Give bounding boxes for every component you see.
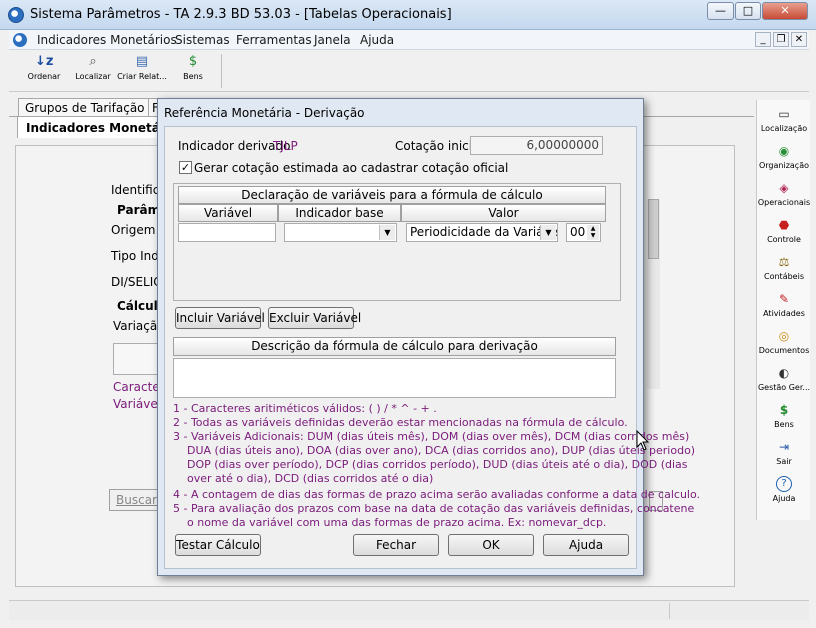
- variacao-box: [113, 343, 161, 375]
- spinner-up-icon[interactable]: ▲: [587, 225, 599, 232]
- help-line-9: o nome da variável com uma das formas de…: [187, 516, 607, 529]
- window-title: Sistema Parâmetros - TA 2.9.3 BD 53.03 -…: [30, 7, 452, 22]
- background-scrollbar-thumb[interactable]: [648, 199, 659, 259]
- valor-select[interactable]: Periodicidade da Variável ▼: [406, 223, 558, 242]
- derivation-dialog: Referência Monetária - Derivação Indicad…: [157, 98, 700, 576]
- indicador-base-select[interactable]: ▼: [284, 223, 397, 242]
- menu-janela[interactable]: Janela: [314, 33, 351, 47]
- sort-az-icon: ↓z: [35, 54, 54, 69]
- indicador-derivado-value: TJLP: [273, 139, 298, 153]
- variables-grid: Declaração de variáveis para a fórmula d…: [173, 183, 621, 301]
- sidebar-item-controle[interactable]: ⬣ Controle: [757, 217, 811, 254]
- mouse-cursor-icon: [636, 430, 650, 451]
- descricao-textarea[interactable]: [173, 358, 616, 398]
- descricao-header: Descrição da fórmula de cálculo para der…: [173, 337, 616, 356]
- ajuda-button[interactable]: Ajuda: [543, 534, 629, 556]
- app-icon: [8, 7, 24, 23]
- accounting-icon: ⚖: [778, 255, 790, 269]
- bens-button[interactable]: $ Bens: [168, 54, 218, 90]
- money-bag-icon: $: [188, 54, 198, 69]
- gerar-cotacao-label: Gerar cotação estimada ao cadastrar cota…: [194, 161, 509, 175]
- find-icon: ⌕: [89, 54, 97, 69]
- col-valor: Valor: [401, 204, 606, 222]
- sidebar-item-documentos[interactable]: ◎ Documentos: [757, 328, 811, 365]
- help-line-4: DUA (dias úteis ano), DOA (dias over ano…: [187, 444, 696, 457]
- help-line-5: DOP (dias over período), DCP (dias corri…: [187, 458, 688, 471]
- sidebar-item-localizacao[interactable]: ▭ Localização: [757, 106, 811, 143]
- variavel-input[interactable]: [178, 223, 276, 242]
- menu-sistemas[interactable]: Sistemas: [175, 33, 230, 47]
- incluir-variavel-button[interactable]: Incluir Variável: [175, 307, 265, 329]
- find-button[interactable]: ⌕ Localizar: [68, 54, 118, 90]
- title-bar: Sistema Parâmetros - TA 2.9.3 BD 53.03 -…: [0, 0, 816, 30]
- sidebar-item-atividades[interactable]: ✎ Atividades: [757, 291, 811, 328]
- sidebar-item-ajuda[interactable]: ? Ajuda: [757, 476, 811, 513]
- menu-ferramentas[interactable]: Ferramentas: [236, 33, 312, 47]
- spinner-down-icon[interactable]: ▼: [587, 232, 599, 240]
- excluir-variavel-button[interactable]: Excluir Variável: [268, 307, 361, 329]
- maximize-button[interactable]: □: [735, 2, 761, 20]
- toolbar: ↓z Ordenar ⌕ Localizar ▤ Criar Relat... …: [9, 50, 809, 92]
- status-bar: [9, 600, 809, 620]
- help-line-1: 1 - Caracteres aritiméticos válidos: ( )…: [173, 402, 437, 415]
- control-icon: ⬣: [778, 218, 790, 232]
- label-di-selic: DI/SELIC: [111, 275, 162, 289]
- chevron-down-icon[interactable]: ▼: [379, 225, 395, 240]
- numero-spinner[interactable]: 00 ▲ ▼: [566, 223, 601, 242]
- operational-icon: ◈: [779, 181, 789, 195]
- mdi-app-icon[interactable]: [13, 33, 27, 47]
- help-icon: ?: [776, 476, 792, 492]
- menu-ajuda[interactable]: Ajuda: [360, 33, 394, 47]
- sidebar-item-contabeis[interactable]: ⚖ Contábeis: [757, 254, 811, 291]
- management-icon: ◐: [778, 366, 790, 380]
- report-icon: ▤: [135, 54, 149, 69]
- money-bag-icon: $: [779, 403, 789, 417]
- dialog-title: Referência Monetária - Derivação: [164, 106, 365, 120]
- dialog-body: Indicador derivado TJLP Cotação inicial …: [164, 126, 700, 569]
- create-report-button[interactable]: ▤ Criar Relat...: [117, 54, 167, 90]
- minimize-button[interactable]: —: [707, 2, 734, 20]
- right-sidebar: ▭ Localização ◉ Organização ◈ Operaciona…: [756, 100, 810, 520]
- testar-calculo-button[interactable]: Testar Cálculo: [175, 534, 261, 556]
- sidebar-item-gestao[interactable]: ◐ Gestão Ger...: [757, 365, 811, 402]
- sidebar-item-organizacao[interactable]: ◉ Organização: [757, 143, 811, 180]
- sidebar-item-operacionais[interactable]: ◈ Operacionais: [757, 180, 811, 217]
- help-line-8: 5 - Para avaliação dos prazos com base n…: [173, 502, 695, 515]
- sidebar-item-sair[interactable]: ⇥ Sair: [757, 439, 811, 476]
- toolbar-divider: [221, 54, 222, 88]
- sort-button[interactable]: ↓z Ordenar: [19, 54, 69, 90]
- menu-bar: Indicadores Monetários Sistemas Ferramen…: [9, 30, 809, 50]
- exit-icon: ⇥: [778, 440, 790, 454]
- location-icon: ▭: [778, 107, 790, 121]
- gerar-cotacao-checkbox[interactable]: ✓: [179, 161, 192, 174]
- help-line-7: 4 - A contagem de dias das formas de pra…: [173, 488, 701, 501]
- fechar-button[interactable]: Fechar: [353, 534, 439, 556]
- menu-indicadores[interactable]: Indicadores Monetários: [37, 33, 177, 47]
- help-line-6: over até o dia), DCD (dias corridos até …: [187, 472, 434, 485]
- mdi-close-button[interactable]: ✕: [791, 32, 807, 47]
- buscar-button[interactable]: Buscar: [109, 489, 164, 511]
- chevron-down-icon[interactable]: ▼: [540, 225, 556, 240]
- close-button[interactable]: ✕: [762, 2, 808, 20]
- documents-icon: ◎: [778, 329, 790, 343]
- col-indicador-base: Indicador base: [278, 204, 401, 222]
- col-variavel: Variável: [178, 204, 278, 222]
- cotacao-inicial-field[interactable]: 6,00000000: [470, 136, 603, 155]
- status-panel: [669, 603, 807, 619]
- declaracao-header: Declaração de variáveis para a fórmula d…: [178, 186, 606, 204]
- help-line-3: 3 - Variáveis Adicionais: DUM (dias útei…: [173, 430, 690, 443]
- tab-grupos-tarifacao[interactable]: Grupos de Tarifação: [18, 98, 150, 118]
- ok-button[interactable]: OK: [448, 534, 534, 556]
- help-line-2: 2 - Todas as variáveis definidas deverão…: [173, 416, 628, 429]
- activities-icon: ✎: [778, 292, 790, 306]
- mdi-minimize-button[interactable]: _: [755, 32, 771, 47]
- mdi-restore-button[interactable]: ❐: [773, 32, 789, 47]
- organization-icon: ◉: [778, 144, 790, 158]
- sidebar-item-bens[interactable]: $ Bens: [757, 402, 811, 439]
